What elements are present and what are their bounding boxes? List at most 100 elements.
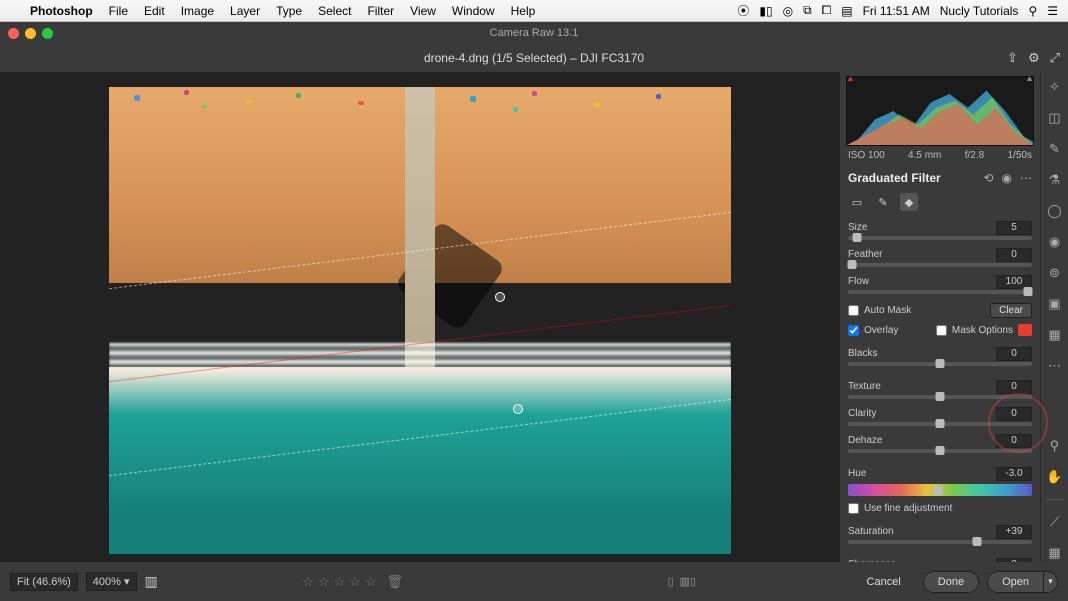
mask-color-swatch[interactable]	[1018, 324, 1032, 336]
cancel-button[interactable]: Cancel	[853, 572, 915, 592]
star-icon[interactable]: ☆	[365, 574, 377, 590]
menu-filter[interactable]: Filter	[359, 4, 402, 18]
record-icon[interactable]: ⦿	[737, 2, 749, 19]
fit-dropdown[interactable]: Fit (46.6%)	[10, 573, 78, 591]
menubar-status: ⦿ ▮▯ ◎ ⧉ ⧠ ▤ Fri 11:51 AM Nucly Tutorial…	[737, 2, 1068, 19]
search-icon[interactable]: ⚲	[1028, 4, 1037, 18]
hue-value[interactable]: -3.0	[996, 467, 1032, 481]
fine-adjust-checkbox[interactable]	[848, 503, 859, 514]
highlight-clip-icon[interactable]: ▲	[1025, 76, 1034, 83]
open-dropdown[interactable]: ▾	[1044, 571, 1058, 593]
canvas[interactable]	[0, 72, 840, 562]
trash-icon[interactable]: 🗑	[387, 574, 404, 590]
edit-tool-icon[interactable]: ✧	[1046, 78, 1064, 96]
preset-icon[interactable]: ▦	[1046, 326, 1064, 344]
zoom-tool-icon[interactable]: ⚲	[1046, 437, 1064, 455]
graduated-filter-icon[interactable]: ◯	[1046, 202, 1064, 220]
zoom-dropdown[interactable]: 400% ▾	[86, 572, 137, 591]
undo-icon[interactable]: ⟲	[983, 171, 993, 185]
menu-file[interactable]: File	[101, 4, 136, 18]
visibility-icon[interactable]: ◉	[1002, 171, 1012, 185]
battery-icon[interactable]: ▮▯	[759, 4, 772, 18]
saturation-slider[interactable]	[848, 540, 1032, 544]
blacks-value[interactable]: 0	[996, 347, 1032, 361]
new-mask-icon[interactable]: ▭	[848, 193, 866, 211]
done-button[interactable]: Done	[923, 571, 979, 593]
size-value[interactable]: 5	[996, 221, 1032, 235]
bottombar: Fit (46.6%) 400% ▾ ▥ ☆ ☆ ☆ ☆ ☆ 🗑 ▯ ▥▯ Ca…	[0, 562, 1068, 601]
more-tools-icon[interactable]: ⋯	[1046, 357, 1064, 375]
shadow-clip-icon[interactable]: ▲	[846, 76, 855, 83]
overlay-checkbox[interactable]	[848, 325, 859, 336]
radial-filter-icon[interactable]: ◉	[1046, 233, 1064, 251]
cc-icon[interactable]: ◎	[783, 4, 793, 18]
menu-window[interactable]: Window	[444, 4, 503, 18]
before-after-icon[interactable]: ▥▯	[680, 575, 696, 588]
crop-tool-icon[interactable]: ◫	[1046, 109, 1064, 127]
image-preview[interactable]	[109, 87, 731, 554]
star-icon[interactable]: ☆	[302, 574, 314, 590]
redeye-tool-icon[interactable]: ⊚	[1046, 264, 1064, 282]
fullscreen-icon[interactable]: ⤢	[1050, 50, 1060, 66]
compare-icon[interactable]: ▯	[668, 575, 674, 588]
settings-icon[interactable]: ⚙	[1028, 50, 1040, 66]
wifi-icon[interactable]: ⧉	[803, 3, 812, 18]
dehaze-slider[interactable]	[848, 449, 1032, 453]
menu-image[interactable]: Image	[173, 4, 222, 18]
sound-icon[interactable]: ⧠	[822, 3, 832, 18]
mask-options-checkbox[interactable]	[936, 325, 947, 336]
sampler-icon[interactable]: ⟋	[1046, 513, 1064, 531]
hue-slider[interactable]	[848, 484, 1032, 496]
star-icon[interactable]: ☆	[349, 574, 361, 590]
menu-layer[interactable]: Layer	[222, 4, 268, 18]
flow-slider[interactable]	[848, 290, 1032, 294]
size-slider[interactable]	[848, 236, 1032, 240]
hand-tool-icon[interactable]: ✋	[1046, 468, 1064, 486]
toolstrip: ✧ ◫ ✎ ⚗ ◯ ◉ ⊚ ▣ ▦ ⋯ ⚲ ✋ ⟋ ▦	[1040, 72, 1068, 562]
fine-adjust-label: Use fine adjustment	[864, 503, 952, 514]
star-icon[interactable]: ☆	[318, 574, 330, 590]
menu-select[interactable]: Select	[310, 4, 359, 18]
menu-help[interactable]: Help	[503, 4, 544, 18]
overlay-label: Overlay	[864, 325, 898, 336]
control-center-icon[interactable]: ☰	[1047, 4, 1058, 18]
menu-view[interactable]: View	[402, 4, 444, 18]
traffic-lights[interactable]	[8, 28, 53, 39]
auto-mask-checkbox[interactable]	[848, 305, 859, 316]
feather-slider[interactable]	[848, 263, 1032, 267]
dehaze-value[interactable]: 0	[996, 434, 1032, 448]
maximize-window-icon[interactable]	[42, 28, 53, 39]
rating-stars[interactable]: ☆ ☆ ☆ ☆ ☆ 🗑	[302, 574, 403, 590]
blacks-slider[interactable]	[848, 362, 1032, 366]
close-window-icon[interactable]	[8, 28, 19, 39]
feather-value[interactable]: 0	[996, 248, 1032, 262]
share-icon[interactable]: ⇪	[1007, 50, 1018, 66]
minimize-window-icon[interactable]	[25, 28, 36, 39]
menu-type[interactable]: Type	[268, 4, 310, 18]
blacks-label: Blacks	[848, 348, 877, 359]
texture-value[interactable]: 0	[996, 380, 1032, 394]
clarity-value[interactable]: 0	[996, 407, 1032, 421]
clear-button[interactable]: Clear	[990, 303, 1032, 318]
open-button[interactable]: Open	[987, 571, 1044, 593]
flag-icon[interactable]: ▤	[841, 4, 852, 18]
brush-erase-icon[interactable]: ◆	[900, 193, 918, 211]
brush-add-icon[interactable]: ✎	[874, 193, 892, 211]
heal-tool-icon[interactable]: ✎	[1046, 140, 1064, 158]
filmstrip-toggle-icon[interactable]: ▥	[145, 573, 158, 590]
grid-icon[interactable]: ▦	[1046, 544, 1064, 562]
snapshot-icon[interactable]: ▣	[1046, 295, 1064, 313]
clarity-slider[interactable]	[848, 422, 1032, 426]
clock[interactable]: Fri 11:51 AM	[863, 4, 930, 18]
texture-slider[interactable]	[848, 395, 1032, 399]
star-icon[interactable]: ☆	[334, 574, 346, 590]
histogram[interactable]: ▲ ▲	[846, 76, 1034, 146]
graduated-filter-pin[interactable]	[495, 292, 505, 302]
saturation-value[interactable]: +39	[996, 525, 1032, 539]
user-name[interactable]: Nucly Tutorials	[940, 4, 1019, 18]
adjust-brush-icon[interactable]: ⚗	[1046, 171, 1064, 189]
app-name[interactable]: Photoshop	[22, 4, 101, 18]
menu-edit[interactable]: Edit	[136, 4, 173, 18]
hue-label: Hue	[848, 468, 866, 479]
more-icon[interactable]: ⋯	[1020, 171, 1032, 185]
